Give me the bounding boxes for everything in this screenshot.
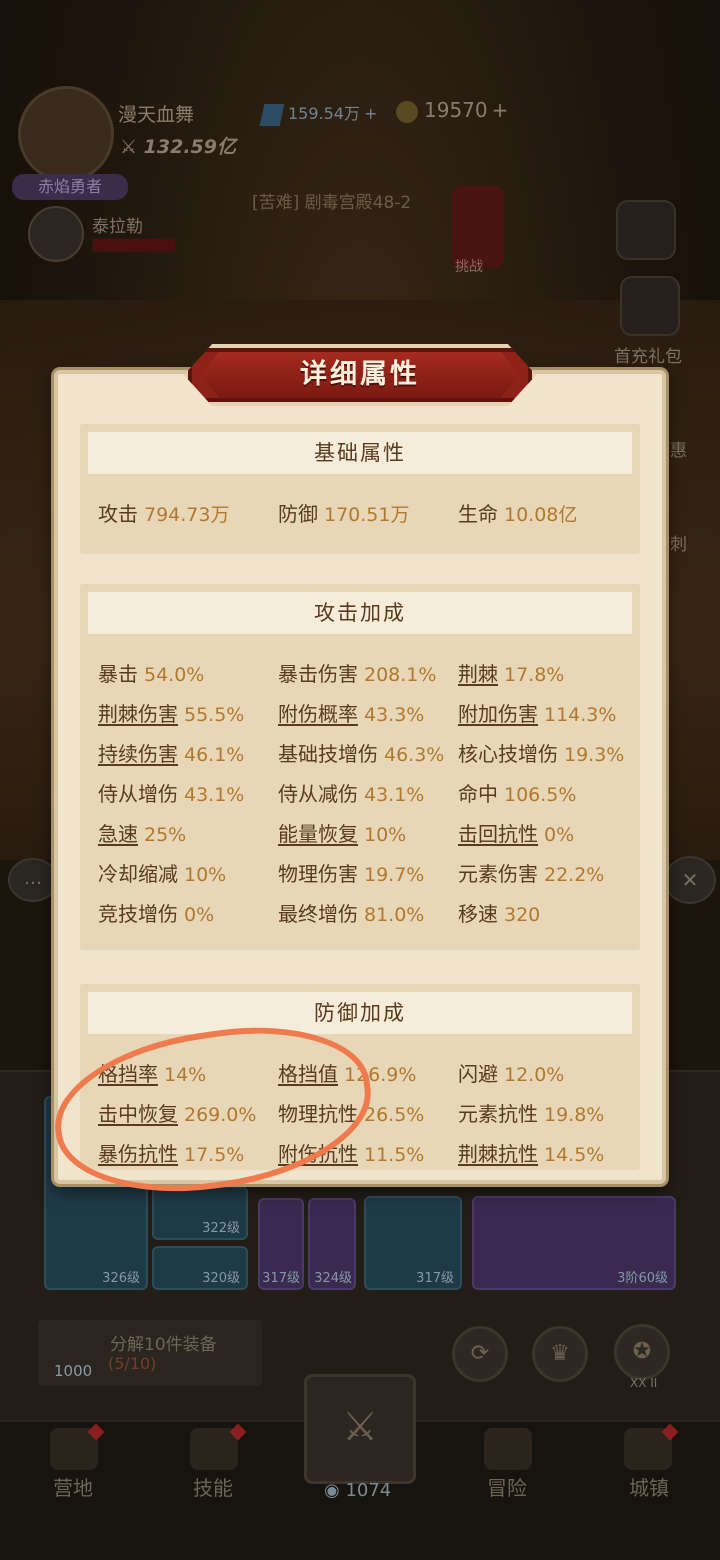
stat-cooldown-reduction: 冷却缩减 10% [98, 862, 227, 886]
stage-label: [苦难] 剧毒宫殿48-2 [252, 193, 412, 213]
chat-icon[interactable]: … [8, 858, 58, 902]
dialog-title: 详细属性 [300, 359, 420, 390]
stat-thorns-resist[interactable]: 荆棘抗性 14.5% [458, 1138, 604, 1167]
gem-icon [259, 103, 285, 126]
stat-minion-reduction: 侍从减伤 43.1% [278, 782, 425, 806]
stat-accuracy: 命中 106.5% [458, 782, 577, 806]
nav-adventure[interactable]: 冒险 [462, 1472, 552, 1501]
equip-slot-1[interactable]: 322级 [152, 1186, 248, 1240]
stat-thorns[interactable]: 荆棘 17.8% [458, 658, 564, 687]
swords-icon[interactable]: ✕ [664, 856, 716, 904]
stat-basic-skill-bonus: 基础技增伤 46.3% [278, 742, 445, 766]
player-name: 漫天血舞 [118, 104, 195, 126]
basic-attributes-section: 基础属性 攻击 794.73万 防御 170.51万 生命 10.08亿 [80, 424, 640, 554]
nav-town[interactable]: 城镇 [604, 1472, 694, 1501]
challenge-label: 挑战 [455, 259, 483, 275]
nav-skills[interactable]: 技能 [168, 1472, 258, 1501]
dash-label: 刺 [670, 535, 687, 555]
stat-elemental-resist: 元素抗性 19.8% [458, 1102, 605, 1126]
attack-bonus-section: 攻击加成 暴击 54.0% 暴击伤害 208.1% 荆棘 17.8% 荆棘伤害 55.5… [80, 584, 640, 950]
equip-slot-wings[interactable]: 3阶60级 [472, 1196, 676, 1290]
decompose-cost: 1000 [54, 1362, 93, 1380]
stat-elemental-damage: 元素伤害 22.2% [458, 862, 605, 886]
rank-emblem-icon[interactable]: ✪ [614, 1324, 670, 1380]
ally-hp-bar [92, 238, 176, 252]
skills-icon[interactable] [190, 1428, 238, 1470]
player-avatar[interactable] [18, 86, 114, 182]
stat-extra-hit-chance[interactable]: 附伤概率 43.3% [278, 698, 424, 727]
stat-energy-regen[interactable]: 能量恢复 10% [278, 818, 406, 847]
equip-slot-5[interactable]: 317级 [364, 1196, 462, 1290]
stat-move-speed: 移速 320 [458, 902, 541, 926]
ally-name: 泰拉勒 [92, 217, 143, 237]
slot-level: 324级 [314, 1271, 352, 1286]
ally-avatar[interactable] [28, 206, 84, 262]
stat-dodge: 闪避 12.0% [458, 1062, 565, 1086]
stat-arena-damage: 竞技增伤 0% [98, 902, 215, 926]
stat-thorns-damage[interactable]: 荆棘伤害 55.5% [98, 698, 244, 727]
battle-button[interactable]: ⚔ [304, 1374, 416, 1484]
crown-icon[interactable]: ♛ [532, 1326, 588, 1382]
slot-level: 326级 [102, 1271, 140, 1286]
first-recharge-icon[interactable] [620, 276, 680, 336]
stat-final-damage: 最终增伤 81.0% [278, 902, 425, 926]
slot-level: 320级 [202, 1271, 240, 1286]
auto-refresh-icon[interactable]: ⟳ [452, 1326, 508, 1382]
section-title: 基础属性 [88, 432, 632, 474]
stat-core-skill-bonus: 核心技增伤 19.3% [458, 742, 625, 766]
slot-level: 3阶60级 [617, 1271, 668, 1286]
coin-icon [396, 100, 418, 123]
decompose-progress: (5/10) [108, 1354, 157, 1373]
coin-currency[interactable]: 19570 + [396, 98, 508, 123]
equip-slot-3[interactable]: 317级 [258, 1198, 304, 1290]
slot-level: 317级 [262, 1271, 300, 1286]
adventure-icon[interactable] [484, 1428, 532, 1470]
stat-attack: 攻击 794.73万 [98, 502, 230, 526]
equip-slot-2[interactable]: 320级 [152, 1246, 248, 1290]
nav-camp[interactable]: 营地 [28, 1472, 118, 1501]
deal-label: 惠 [670, 441, 687, 461]
section-title: 防御加成 [88, 992, 632, 1034]
stat-knockback-resist[interactable]: 击回抗性 0% [458, 818, 574, 847]
stat-physical-damage: 物理伤害 19.7% [278, 862, 425, 886]
first-recharge-label: 首充礼包 [614, 347, 682, 367]
equip-slot-4[interactable]: 324级 [308, 1198, 356, 1290]
slot-level: 322级 [202, 1221, 240, 1236]
gem-currency[interactable]: 159.54万 + [259, 100, 377, 126]
rank-label: XX II [630, 1376, 658, 1390]
stat-extra-damage[interactable]: 附加伤害 114.3% [458, 698, 616, 727]
stat-defense: 防御 170.51万 [278, 502, 410, 526]
stat-health: 生命 10.08亿 [458, 502, 578, 526]
stat-haste[interactable]: 急速 25% [98, 818, 186, 847]
decompose-text: 分解10件装备 [110, 1335, 217, 1355]
slot-level: 317级 [416, 1271, 454, 1286]
stat-crit-damage: 暴击伤害 208.1% [278, 662, 437, 686]
player-power: ⚔ 132.59亿 [120, 136, 236, 158]
stat-dot-damage[interactable]: 持续伤害 46.1% [98, 738, 244, 767]
settings-icon[interactable] [616, 200, 676, 260]
stat-minion-damage: 侍从增伤 43.1% [98, 782, 245, 806]
section-title: 攻击加成 [88, 592, 632, 634]
battle-energy: ◉ 1074 [324, 1480, 392, 1501]
add-coins-icon[interactable]: + [492, 98, 509, 122]
stat-crit: 暴击 54.0% [98, 662, 205, 686]
player-title-badge: 赤焰勇者 [12, 174, 128, 200]
add-gems-icon[interactable]: + [364, 104, 377, 123]
